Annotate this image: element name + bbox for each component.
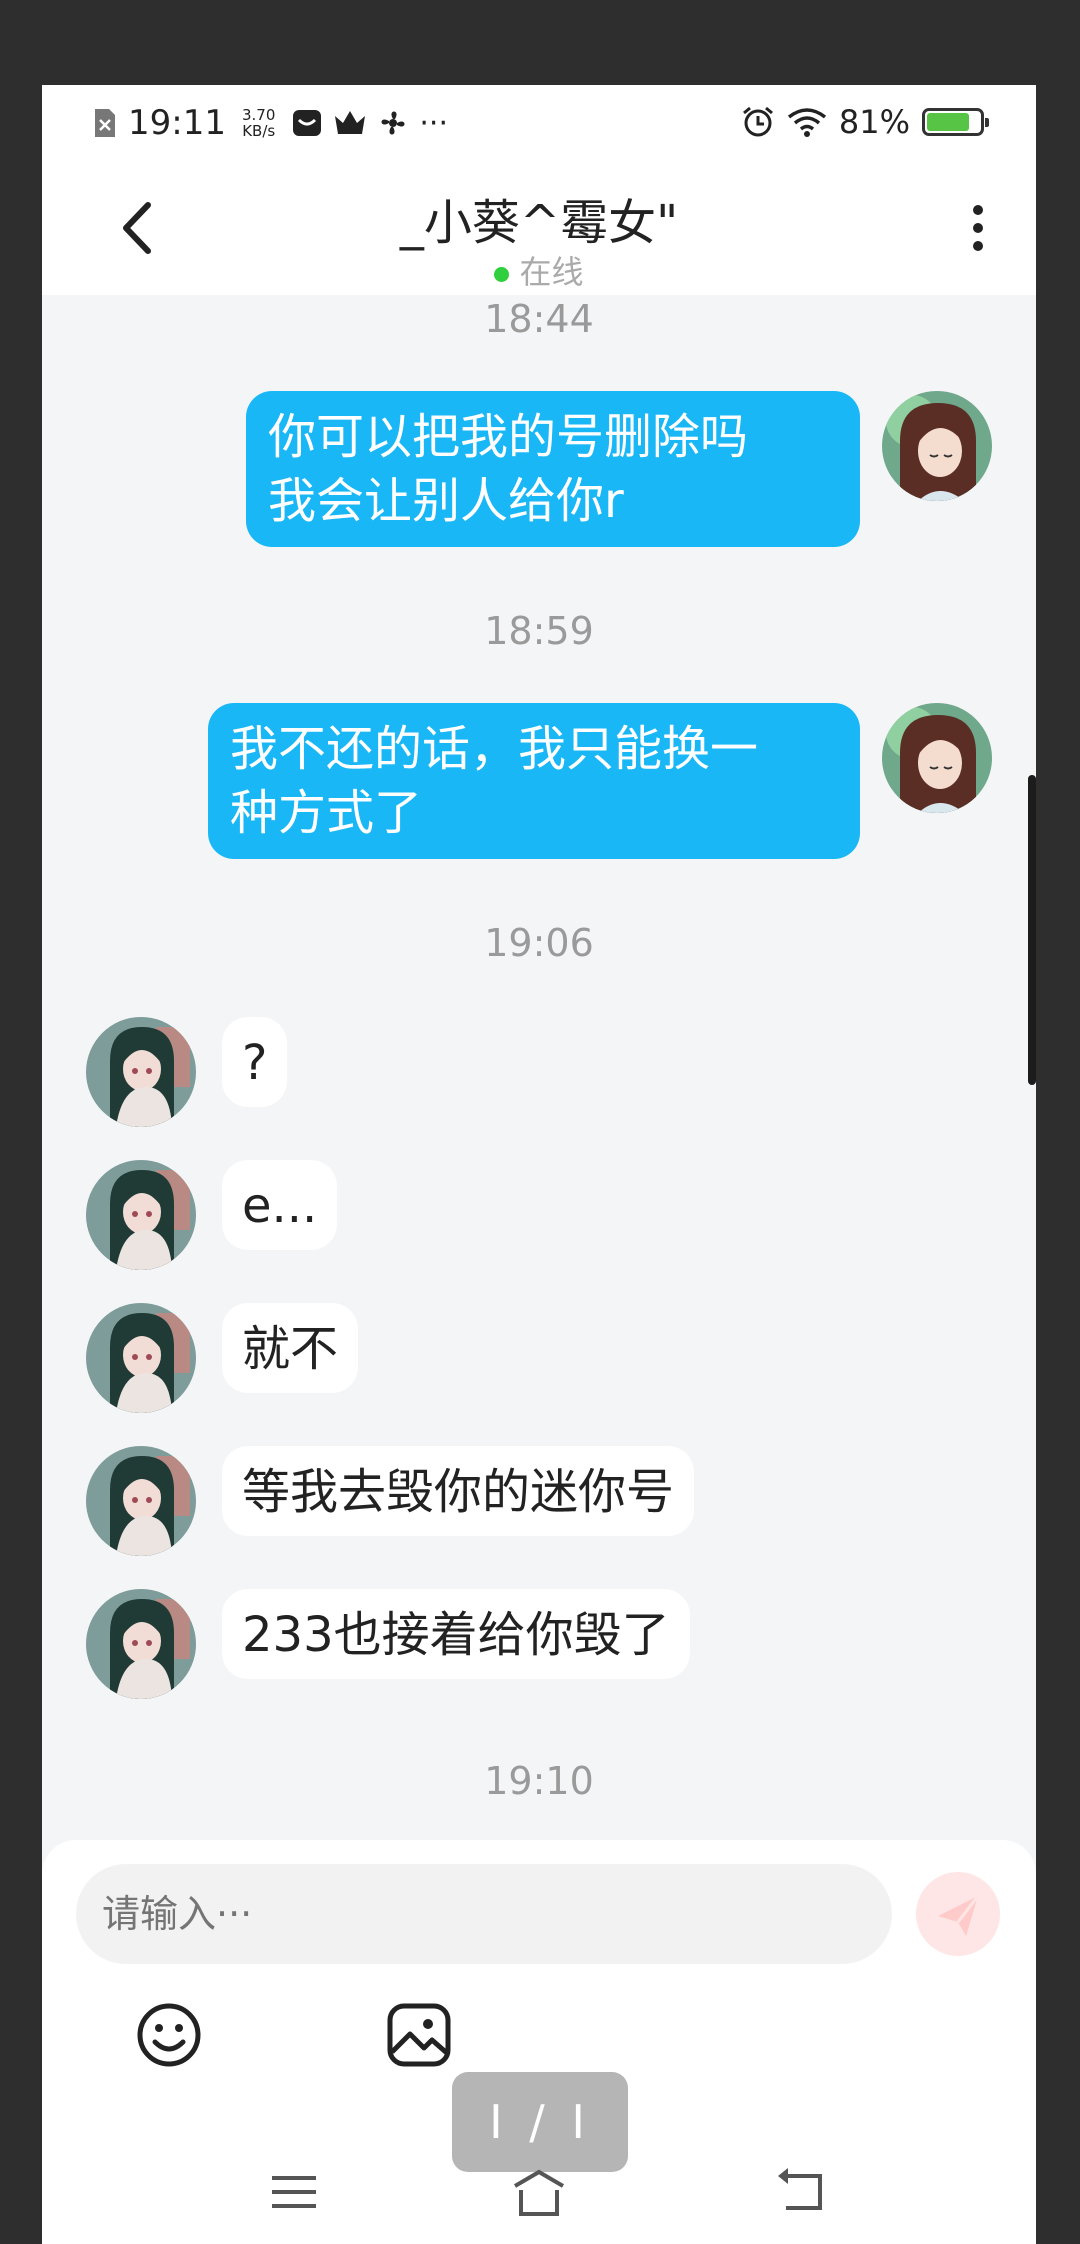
send-button[interactable] [916, 1872, 1000, 1956]
my-avatar[interactable] [882, 391, 992, 501]
contact-avatar[interactable] [86, 1303, 196, 1413]
contact-avatar[interactable] [86, 1446, 196, 1556]
message-bubble-incoming[interactable]: 就不 [222, 1303, 359, 1393]
message-input[interactable] [76, 1864, 892, 1964]
network-speed: 3.70 KB/s [242, 107, 275, 139]
sim-icon [95, 109, 115, 137]
message-list[interactable]: 18:44 你可以把我的号删除吗 我会让别人给你r 18:59 我不还的话，我只… [42, 295, 1036, 1925]
presence-status: 在线 [42, 247, 1036, 293]
online-dot-icon [494, 266, 510, 282]
message-line: 你可以把我的号删除吗 [268, 409, 749, 465]
fan-icon [381, 111, 405, 135]
alarm-icon [742, 106, 773, 137]
battery-percent: 81% [838, 103, 910, 141]
battery-fill [927, 113, 970, 131]
message-bubble-outgoing[interactable]: 你可以把我的号删除吗 我会让别人给你r [246, 391, 860, 547]
contact-avatar[interactable] [86, 1160, 196, 1270]
message-line: 种方式了 [230, 785, 423, 841]
message-bubble-incoming[interactable]: e... [222, 1160, 338, 1250]
contact-name: _小葵^霉女" [399, 195, 679, 251]
timestamp: 19:10 [484, 1759, 594, 1803]
network-speed-unit: KB/s [242, 122, 276, 140]
home-icon[interactable] [509, 2162, 569, 2222]
menu-icon[interactable] [264, 2162, 324, 2222]
status-time: 19:11 [128, 103, 226, 143]
system-nav-bar [42, 2150, 1036, 2244]
emoji-icon[interactable] [134, 2000, 204, 2070]
message-line: 我不还的话，我只能换一 [230, 721, 759, 777]
message-line: 我会让别人给你r [268, 473, 624, 529]
timestamp: 19:06 [484, 921, 594, 965]
send-icon [938, 1895, 980, 1936]
status-bar: 19:11 3.70 KB/s ··· 81% [42, 85, 1036, 165]
message-bubble-outgoing[interactable]: 我不还的话，我只能换一 种方式了 [208, 703, 860, 859]
chat-header: _小葵^霉女" 在线 [42, 165, 1036, 295]
contact-avatar[interactable] [86, 1017, 196, 1127]
message-bubble-incoming[interactable]: ? [222, 1017, 288, 1107]
my-avatar[interactable] [882, 703, 992, 813]
network-speed-value: 3.70 [241, 106, 276, 124]
message-icon [293, 110, 322, 136]
scrollbar-thumb[interactable] [1028, 775, 1036, 1085]
contact-avatar[interactable] [86, 1589, 196, 1699]
back-icon[interactable] [772, 2162, 832, 2222]
battery-icon [922, 108, 989, 136]
message-bubble-incoming[interactable]: 233也接着给你毁了 [222, 1589, 690, 1679]
more-options-icon[interactable] [970, 205, 986, 261]
image-icon[interactable] [384, 2000, 454, 2070]
wifi-icon [787, 108, 826, 137]
timestamp: 18:44 [484, 297, 594, 341]
message-bubble-incoming[interactable]: 等我去毁你的迷你号 [222, 1446, 695, 1536]
timestamp: 18:59 [484, 609, 594, 653]
presence-label: 在线 [519, 253, 584, 291]
status-more: ··· [419, 105, 448, 141]
crown-icon [335, 111, 366, 134]
phone-screen: 19:11 3.70 KB/s ··· 81% _小葵^霉女" 在线 18:44… [42, 85, 1036, 2244]
